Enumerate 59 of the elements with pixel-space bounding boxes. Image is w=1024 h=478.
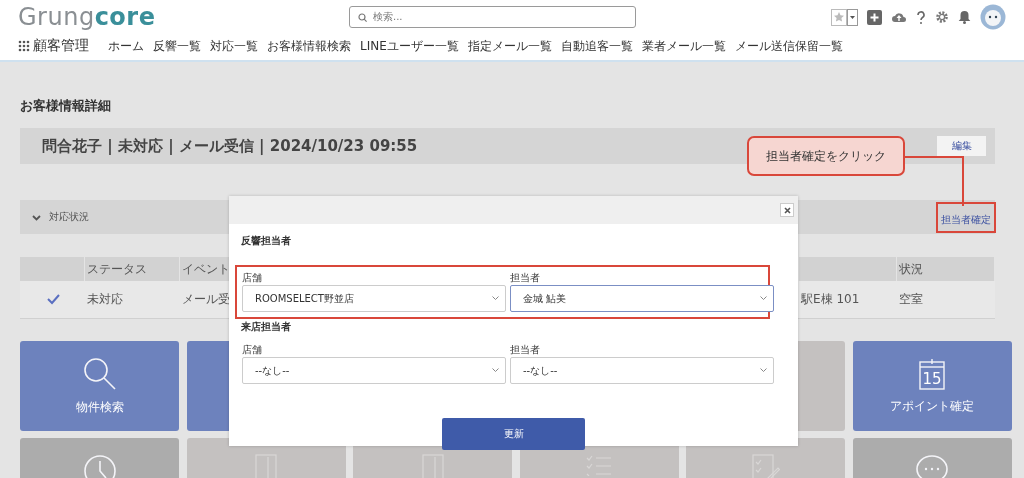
calendar-icon: 15 bbox=[919, 357, 946, 390]
section-title: 反響担当者 bbox=[240, 234, 292, 248]
table-cell: 駅E棟 101 bbox=[801, 292, 860, 306]
select-field[interactable]: 金城 鮎美 bbox=[510, 285, 774, 312]
logo-text: Grung bbox=[18, 3, 95, 31]
bell-icon[interactable] bbox=[958, 10, 971, 24]
nav-link[interactable]: 業者メール一覧 bbox=[641, 37, 726, 55]
column-header: ステータス bbox=[87, 262, 147, 276]
column-header: イベント bbox=[182, 262, 230, 276]
search-field[interactable]: 検索... bbox=[349, 6, 636, 28]
table-cell: メール受 bbox=[182, 292, 230, 306]
field-label: 担当者 bbox=[510, 343, 541, 357]
field-label: 担当者 bbox=[510, 271, 541, 285]
chevron-down-icon bbox=[492, 296, 499, 301]
tile-label: 物件検索 bbox=[75, 398, 124, 416]
nav-link[interactable]: 対応一覧 bbox=[210, 37, 258, 55]
help-icon[interactable] bbox=[916, 9, 926, 25]
nav-link[interactable]: お客様情報検索 bbox=[267, 37, 351, 55]
chevron-down-icon bbox=[760, 296, 767, 301]
settings-icon[interactable] bbox=[935, 10, 949, 24]
chevron-down-icon bbox=[760, 368, 767, 373]
search-icon bbox=[82, 356, 117, 391]
column-header: 状況 bbox=[899, 262, 923, 276]
table-cell: 未対応 bbox=[87, 292, 123, 306]
nav-link[interactable]: メール送信保留一覧 bbox=[734, 37, 843, 55]
chat-bubble-icon bbox=[915, 454, 950, 478]
assign-staff-link[interactable]: 担当者確定 bbox=[941, 213, 991, 225]
nav-link[interactable]: 自動追客一覧 bbox=[560, 37, 633, 55]
search-icon bbox=[358, 12, 367, 22]
clock-icon bbox=[82, 454, 117, 478]
nav-link[interactable]: 反響一覧 bbox=[153, 37, 201, 55]
nav-link[interactable]: 指定メール一覧 bbox=[467, 37, 552, 55]
favorites-dropdown-icon[interactable] bbox=[831, 8, 858, 26]
edit-button[interactable]: 編集 bbox=[937, 136, 986, 156]
page-title: お客様情報詳細 bbox=[20, 97, 112, 115]
table-cell: 空室 bbox=[899, 292, 923, 306]
app-name: 顧客管理 bbox=[33, 37, 89, 55]
section-title: 対応状況 bbox=[49, 210, 89, 224]
menu-tile[interactable]: 15 アポイント確定 bbox=[852, 341, 1012, 431]
select-field[interactable]: --なし-- bbox=[510, 357, 774, 384]
chevron-down-icon bbox=[492, 368, 499, 373]
inquiry-summary: 問合花子 | 未対応 | メール受信 | 2024/10/23 09:55 bbox=[42, 136, 418, 156]
app-launcher-icon[interactable] bbox=[18, 40, 30, 52]
field-label: 店舗 bbox=[242, 343, 263, 357]
callout-text: 担当者確定をクリック bbox=[766, 147, 886, 165]
select-field[interactable]: --なし-- bbox=[242, 357, 506, 384]
section-title: 来店担当者 bbox=[240, 320, 292, 334]
update-button[interactable]: 更新 bbox=[442, 418, 585, 450]
close-button[interactable] bbox=[780, 203, 794, 217]
nav-link[interactable]: ホーム bbox=[108, 37, 144, 55]
add-icon[interactable] bbox=[867, 9, 882, 25]
logo-text: core bbox=[94, 3, 156, 31]
nav-link[interactable]: LINEユーザー一覧 bbox=[360, 37, 459, 55]
select-field[interactable]: ROOMSELECT野並店 bbox=[242, 285, 506, 312]
menu-tile[interactable]: 物件検索 bbox=[20, 341, 179, 431]
tile-label: アポイント確定 bbox=[890, 397, 975, 415]
close-icon bbox=[783, 206, 791, 214]
cloud-icon[interactable] bbox=[891, 10, 907, 24]
field-label: 店舗 bbox=[242, 271, 263, 285]
